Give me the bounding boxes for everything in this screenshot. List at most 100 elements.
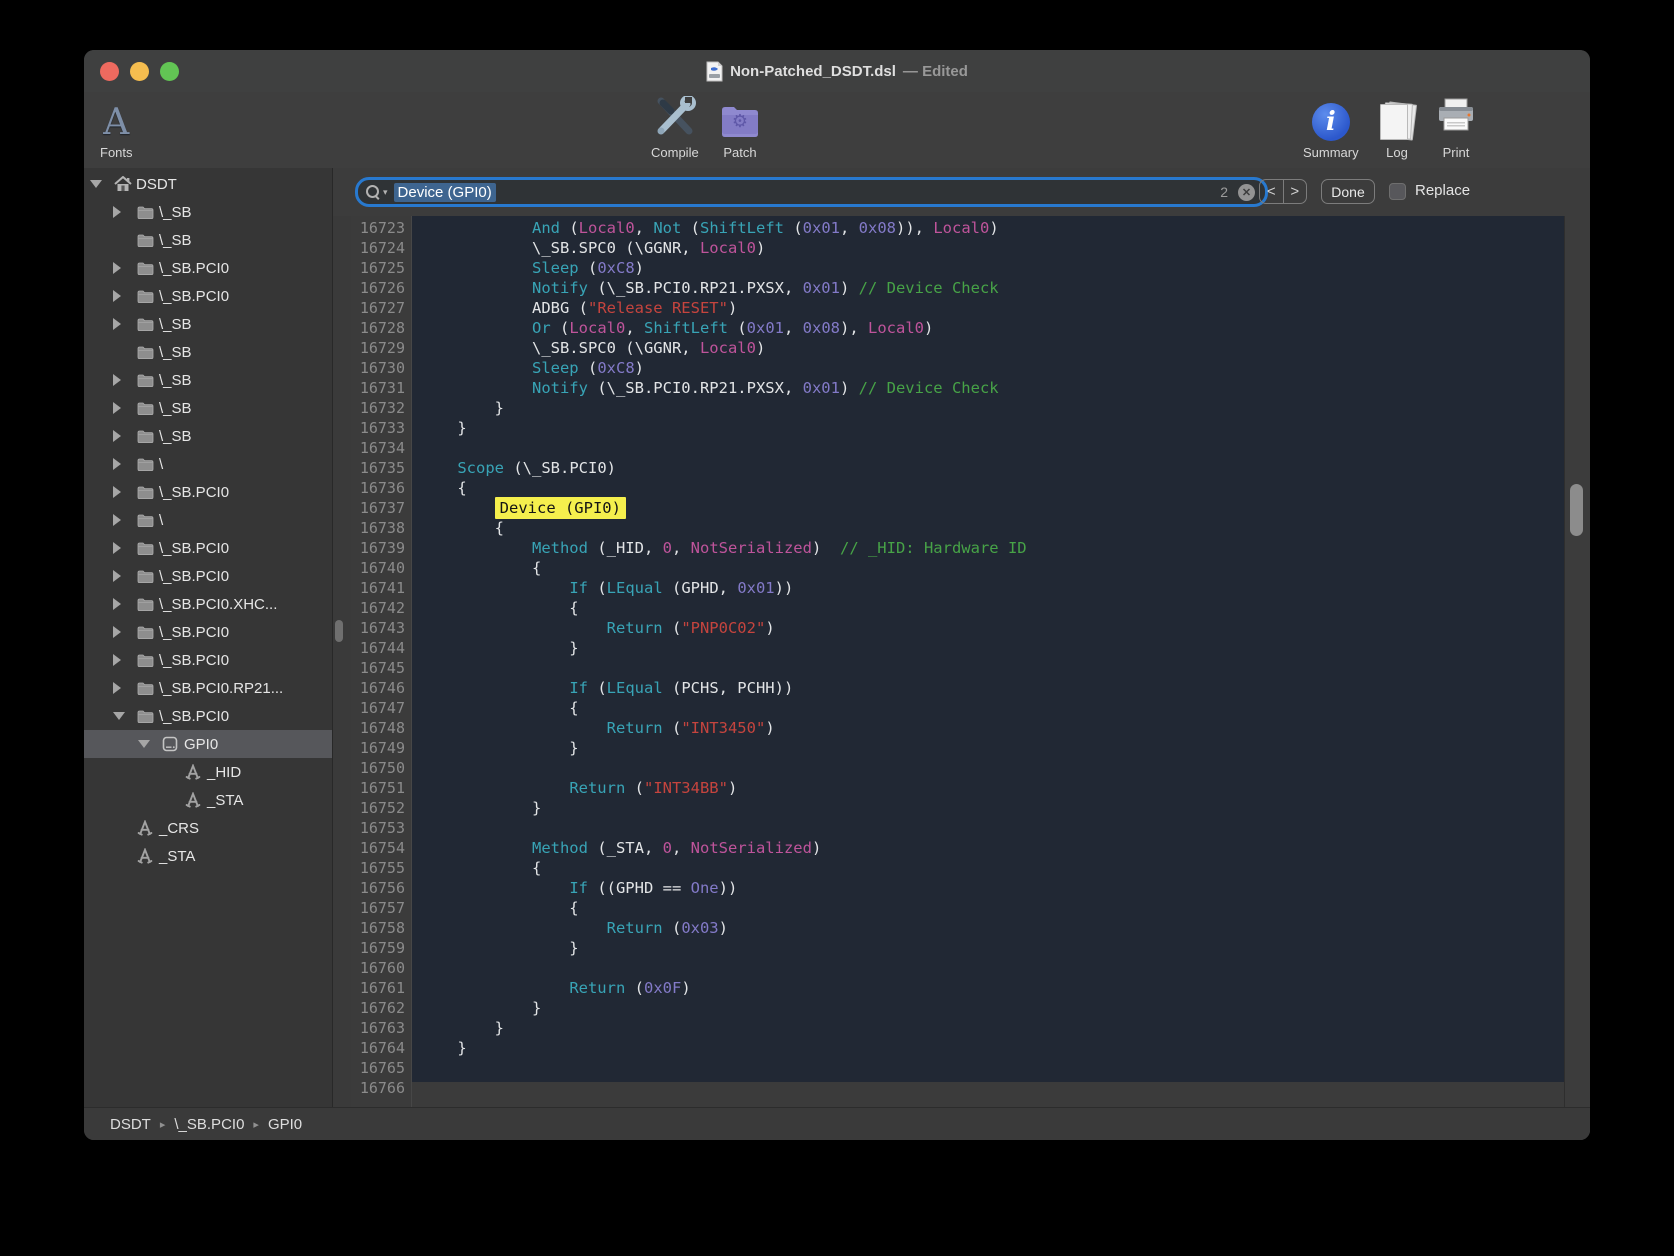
code-line: } <box>420 398 1564 418</box>
disclosure-triangle[interactable] <box>113 402 121 414</box>
tree-item[interactable]: \_SB <box>84 422 332 450</box>
code-line: Device (GPI0) <box>420 498 1564 518</box>
log-button[interactable]: Log <box>1377 96 1417 160</box>
disclosure-triangle[interactable] <box>113 598 121 610</box>
folder-icon <box>137 318 159 331</box>
tree-item[interactable]: \_SB.PCI0.RP21... <box>84 674 332 702</box>
tree-item-label: DSDT <box>136 176 177 193</box>
done-button[interactable]: Done <box>1321 179 1375 204</box>
tree-item[interactable]: \_SB.PCI0 <box>84 478 332 506</box>
vertical-scrollbar[interactable] <box>1564 216 1590 1140</box>
tree-item[interactable]: _STA <box>84 786 332 814</box>
line-number: 16760 <box>351 958 405 978</box>
tree-item[interactable]: \_SB.PCI0 <box>84 702 332 730</box>
tree-item-label: \_SB <box>159 400 192 417</box>
disclosure-triangle[interactable] <box>90 180 102 188</box>
tree-item[interactable]: \_SB.PCI0 <box>84 254 332 282</box>
print-button[interactable]: Print <box>1436 96 1476 160</box>
code-line <box>420 818 1564 838</box>
tree-item-label: \_SB.PCI0 <box>159 708 229 725</box>
disclosure-triangle[interactable] <box>113 206 121 218</box>
disclosure-triangle[interactable] <box>113 514 121 526</box>
summary-button[interactable]: i Summary <box>1303 96 1359 160</box>
tree-item-label: _STA <box>159 848 195 865</box>
disclosure-triangle[interactable] <box>113 262 121 274</box>
disclosure-triangle[interactable] <box>113 290 121 302</box>
folder-icon <box>137 654 159 667</box>
tree-item[interactable]: \_SB <box>84 394 332 422</box>
tree-item[interactable]: \_SB <box>84 338 332 366</box>
tree-item[interactable]: _CRS <box>84 814 332 842</box>
code-line: Sleep (0xC8) <box>420 258 1564 278</box>
tree-item[interactable]: \_SB <box>84 226 332 254</box>
line-number: 16758 <box>351 918 405 938</box>
disclosure-triangle[interactable] <box>113 486 121 498</box>
code-line <box>420 758 1564 778</box>
tree-item[interactable]: _HID <box>84 758 332 786</box>
tree-item-label: \_SB <box>159 232 192 249</box>
disclosure-triangle[interactable] <box>113 318 121 330</box>
sidebar-scrollbar-thumb[interactable] <box>335 620 343 642</box>
code-line: { <box>420 558 1564 578</box>
chevron-down-icon[interactable]: ▾ <box>383 187 388 198</box>
line-number: 16730 <box>351 358 405 378</box>
line-number: 16743 <box>351 618 405 638</box>
tree-item[interactable]: GPI0 <box>84 730 332 758</box>
disclosure-triangle[interactable] <box>113 542 121 554</box>
next-match-button[interactable]: > <box>1284 180 1307 203</box>
disclosure-triangle[interactable] <box>113 626 121 638</box>
breadcrumb-item[interactable]: DSDT <box>110 1116 151 1133</box>
line-number: 16766 <box>351 1078 405 1098</box>
tree-item[interactable]: \_SB.PCI0 <box>84 618 332 646</box>
disclosure-triangle[interactable] <box>113 682 121 694</box>
vertical-scrollbar-thumb[interactable] <box>1570 484 1583 536</box>
search-input[interactable]: ▾ Device (GPI0) 2 ✕ <box>355 177 1268 207</box>
replace-checkbox[interactable] <box>1389 183 1406 200</box>
patch-button[interactable]: ⚙ Patch <box>720 96 760 160</box>
code-line: } <box>420 1018 1564 1038</box>
tree-item[interactable]: \_SB.PCI0 <box>84 534 332 562</box>
tree-item[interactable]: \_SB <box>84 310 332 338</box>
tree-item[interactable]: \ <box>84 506 332 534</box>
code-editor[interactable]: 1672316724167251672616727167281672916730… <box>333 216 1590 1140</box>
line-number: 16755 <box>351 858 405 878</box>
tree-item[interactable]: \_SB <box>84 366 332 394</box>
compile-button[interactable]: Compile <box>651 96 699 160</box>
code-line: { <box>420 598 1564 618</box>
disclosure-triangle[interactable] <box>113 654 121 666</box>
breadcrumb-item[interactable]: \_SB.PCI0 <box>174 1116 244 1133</box>
tree-item[interactable]: _STA <box>84 842 332 870</box>
tree-item[interactable]: \_SB.PCI0 <box>84 646 332 674</box>
disclosure-triangle[interactable] <box>113 458 121 470</box>
tree-item[interactable]: \_SB.PCI0 <box>84 282 332 310</box>
line-number: 16748 <box>351 718 405 738</box>
code-line: If ((GPHD == One)) <box>420 878 1564 898</box>
tree-item[interactable]: DSDT <box>84 170 332 198</box>
tree-item[interactable]: \ <box>84 450 332 478</box>
disclosure-triangle[interactable] <box>113 430 121 442</box>
disclosure-triangle[interactable] <box>113 712 125 720</box>
line-number: 16728 <box>351 318 405 338</box>
line-number: 16756 <box>351 878 405 898</box>
previous-match-button[interactable]: < <box>1260 180 1284 203</box>
folder-icon <box>137 206 159 219</box>
find-bar: ▾ Device (GPI0) 2 ✕ < > Done Replace <box>333 168 1590 216</box>
find-nav: < > <box>1259 179 1307 204</box>
replace-label: Replace <box>1415 182 1470 199</box>
disclosure-triangle[interactable] <box>138 740 150 748</box>
disclosure-triangle[interactable] <box>113 570 121 582</box>
tree-item-label: _STA <box>207 792 243 809</box>
fonts-button[interactable]: A Fonts <box>100 96 133 160</box>
code-line: Return (0x03) <box>420 918 1564 938</box>
line-numbers: 1672316724167251672616727167281672916730… <box>351 218 405 1098</box>
code-line <box>420 958 1564 978</box>
line-number: 16745 <box>351 658 405 678</box>
tree-item[interactable]: \_SB.PCI0.XHC... <box>84 590 332 618</box>
tree-item[interactable]: \_SB <box>84 198 332 226</box>
tree-item[interactable]: \_SB.PCI0 <box>84 562 332 590</box>
tree-item-label: \_SB.PCI0 <box>159 568 229 585</box>
disclosure-triangle[interactable] <box>113 374 121 386</box>
breadcrumb-item[interactable]: GPI0 <box>268 1116 302 1133</box>
line-number: 16759 <box>351 938 405 958</box>
clear-search-button[interactable]: ✕ <box>1238 184 1255 201</box>
